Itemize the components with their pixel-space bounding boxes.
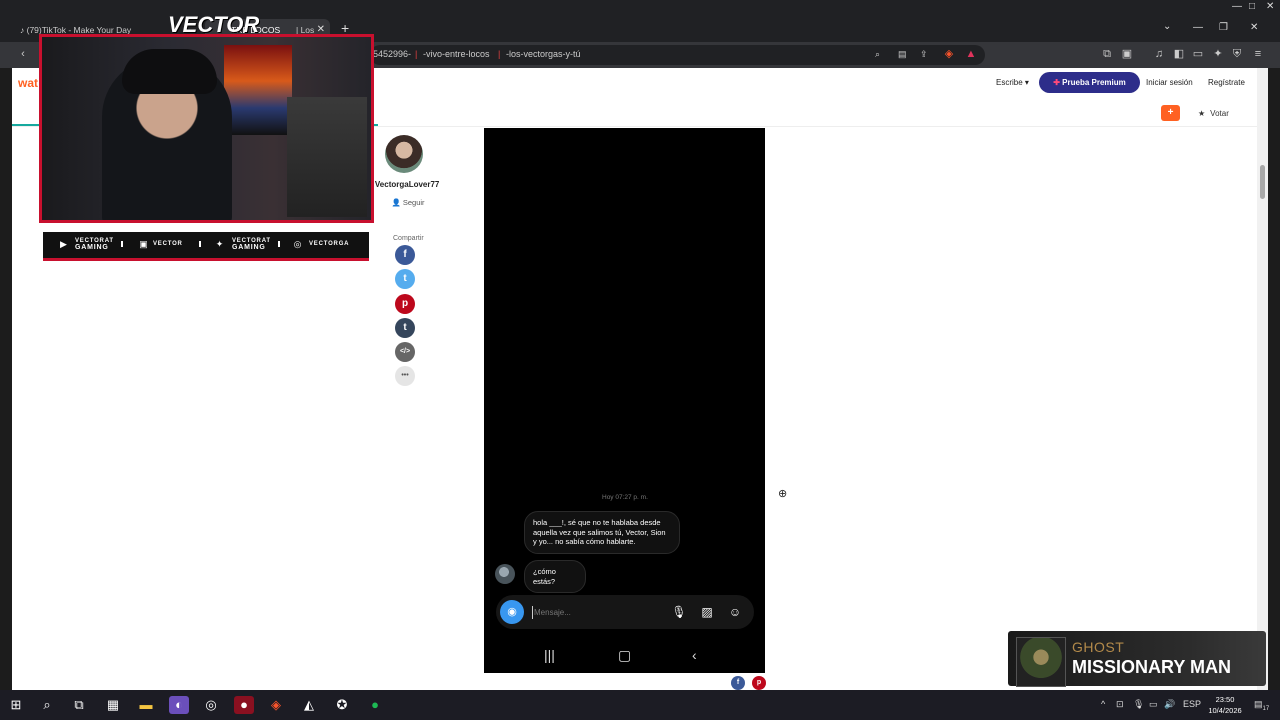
social-links-bar: ▶ VECTORAT GAMING ▣ VECTOR ✦ VECTORAT GAMI… — [43, 232, 369, 261]
twitch-icon: ▣ — [139, 239, 148, 249]
minimize-icon[interactable]: — — [1193, 22, 1203, 33]
obs-icon[interactable]: ● — [234, 696, 254, 714]
instagram-icon: ◎ — [293, 239, 302, 249]
arcade-cabinet — [224, 45, 292, 135]
sticker-icon: ☺ — [728, 605, 742, 619]
leo-ai-icon[interactable]: ✦ — [1211, 47, 1225, 61]
message-composer: ◉ 🎙 ▨ ☺ — [496, 595, 754, 629]
add-to-list-button[interactable]: + — [1161, 105, 1180, 121]
streamer-hair — [122, 49, 217, 94]
spotify-icon[interactable]: ● — [365, 696, 385, 714]
twitter-icon[interactable]: t — [395, 269, 415, 289]
star-icon: ★ — [1198, 109, 1206, 118]
steam-icon[interactable]: ◎ — [201, 696, 221, 714]
brave-icon[interactable]: ◈ — [266, 696, 286, 714]
file-explorer-icon[interactable]: ▬ — [136, 696, 156, 714]
notifications-icon[interactable]: ▤17 — [1254, 699, 1269, 712]
facebook-icon[interactable]: f — [395, 245, 415, 265]
microphone-icon[interactable]: 🎙 — [1133, 699, 1144, 710]
add-user-icon: 👤 — [391, 198, 403, 207]
display-icon[interactable]: ▭ — [1149, 699, 1158, 710]
vote-button[interactable]: ★ Votar — [1198, 109, 1229, 118]
brave-rewards-icon[interactable]: ▲ — [964, 47, 978, 61]
facebook-icon[interactable]: f — [731, 676, 745, 690]
author-avatar[interactable] — [385, 135, 423, 173]
author-name[interactable]: r VectorgaLover77 — [370, 180, 439, 189]
maximize-icon[interactable]: □ — [1249, 1, 1255, 12]
album-art — [1016, 637, 1066, 687]
scroll-thumb[interactable] — [1260, 165, 1265, 199]
volume-icon[interactable]: 🔊 — [1164, 699, 1175, 710]
search-icon[interactable]: ⌕ — [875, 49, 880, 60]
login-link[interactable]: Iniciar sesión — [1146, 78, 1193, 87]
share-label: Compartir — [393, 235, 424, 242]
reader-icon[interactable]: ▤ — [898, 49, 907, 60]
register-link[interactable]: Regístrate — [1208, 78, 1245, 87]
webcam-feed — [39, 34, 374, 223]
address-bar[interactable]: 5452996- | -vivo-entre-locos | -los-vect… — [370, 45, 985, 65]
app-icon[interactable]: ✪ — [332, 696, 352, 714]
message-input — [532, 606, 662, 619]
discord-icon[interactable]: ◐ — [169, 696, 189, 714]
chat-timestamp: Hoy 07:27 p. m. — [602, 494, 648, 501]
camera-icon: ◉ — [500, 600, 524, 624]
wallet-icon[interactable]: ▣ — [1120, 47, 1134, 61]
now-playing-widget: GHOST MISSIONARY MAN — [1008, 631, 1266, 687]
microphone-icon: 🎙 — [671, 605, 687, 619]
close-browser-icon[interactable]: ✕ — [1250, 22, 1258, 33]
tray-expand-icon[interactable]: ^ — [1101, 699, 1105, 709]
chat-screenshot-image: Hoy 07:27 p. m. hola ___!, sé que no te … — [484, 128, 765, 673]
task-view-icon[interactable]: ⧉ — [69, 696, 89, 714]
page-scrollbar[interactable] — [1257, 68, 1268, 690]
app-icon[interactable]: ▦ — [103, 696, 123, 714]
pinterest-icon[interactable]: p — [395, 294, 415, 314]
minimize-icon[interactable]: — — [1232, 1, 1242, 12]
recents-nav-icon: ||| — [544, 647, 555, 663]
tumblr-icon[interactable]: t — [395, 318, 415, 338]
artist-name: GHOST — [1072, 639, 1125, 655]
extensions-icon[interactable]: ⧉ — [1100, 47, 1114, 61]
sidebar-icon[interactable]: ◧ — [1172, 47, 1186, 61]
vector-logo: VECTOR — [168, 12, 260, 37]
tiktok-icon: ♪ — [20, 25, 27, 35]
premium-icon: ✚ — [1053, 78, 1063, 87]
tab-list-chevron-icon[interactable]: ⌄ — [1163, 21, 1171, 32]
windows-start-icon[interactable]: ⊞ — [6, 696, 26, 714]
brave-shield-icon[interactable]: ◈ — [942, 47, 956, 61]
more-icon[interactable]: ••• — [395, 366, 415, 386]
embed-icon[interactable]: </> — [395, 342, 415, 362]
menu-icon[interactable]: ≡ — [1251, 47, 1265, 61]
search-icon[interactable]: ⌕ — [37, 696, 57, 714]
contact-avatar — [495, 564, 515, 584]
share-page-icon[interactable]: ⇪ — [920, 49, 928, 60]
follow-button[interactable]: 👤 Seguir — [384, 196, 432, 210]
home-nav-icon: ▢ — [618, 647, 632, 663]
wallet-card-icon[interactable]: ▭ — [1191, 47, 1205, 61]
chat-message: ¿cómo estás? — [524, 560, 586, 593]
site-logo[interactable]: wat — [18, 76, 38, 90]
close-window-icon[interactable]: ✕ — [1266, 1, 1274, 12]
language-indicator[interactable]: ESP — [1183, 699, 1201, 709]
network-icon[interactable]: ⊡ — [1116, 699, 1124, 710]
zoom-cursor-icon: ⊕ — [778, 488, 788, 500]
twitter-icon: ✦ — [215, 239, 224, 249]
back-arrow-icon[interactable]: ‹ — [16, 47, 30, 61]
shelf — [287, 97, 367, 217]
pinterest-icon[interactable]: p — [752, 676, 766, 690]
gallery-icon: ▨ — [701, 605, 713, 619]
windows-taskbar: ⊞ ⌕ ⧉ ▦ ▬ ◐ ◎ ● ◈ ◭ ✪ ● ^ ⊡ 🎙 ▭ 🔊 ESP 23… — [0, 690, 1280, 720]
back-nav-icon: ‹ — [692, 647, 697, 663]
restore-icon[interactable]: ❐ — [1219, 22, 1228, 33]
music-icon[interactable]: ♫ — [1152, 47, 1166, 61]
chat-message: hola ___!, sé que no te hablaba desde aq… — [524, 511, 680, 554]
youtube-icon: ▶ — [60, 239, 67, 249]
clock[interactable]: 23:50 10/4/2026 — [1203, 694, 1247, 716]
song-title: MISSIONARY MAN — [1072, 657, 1232, 677]
caret-down-icon: ▾ — [1024, 78, 1029, 87]
write-menu[interactable]: Escribe ▾ — [996, 78, 1029, 87]
vpn-icon[interactable]: ⛨ — [1230, 47, 1244, 61]
premium-button[interactable]: ✚ Prueba Premium — [1039, 72, 1140, 93]
epic-icon[interactable]: ◭ — [299, 696, 319, 714]
